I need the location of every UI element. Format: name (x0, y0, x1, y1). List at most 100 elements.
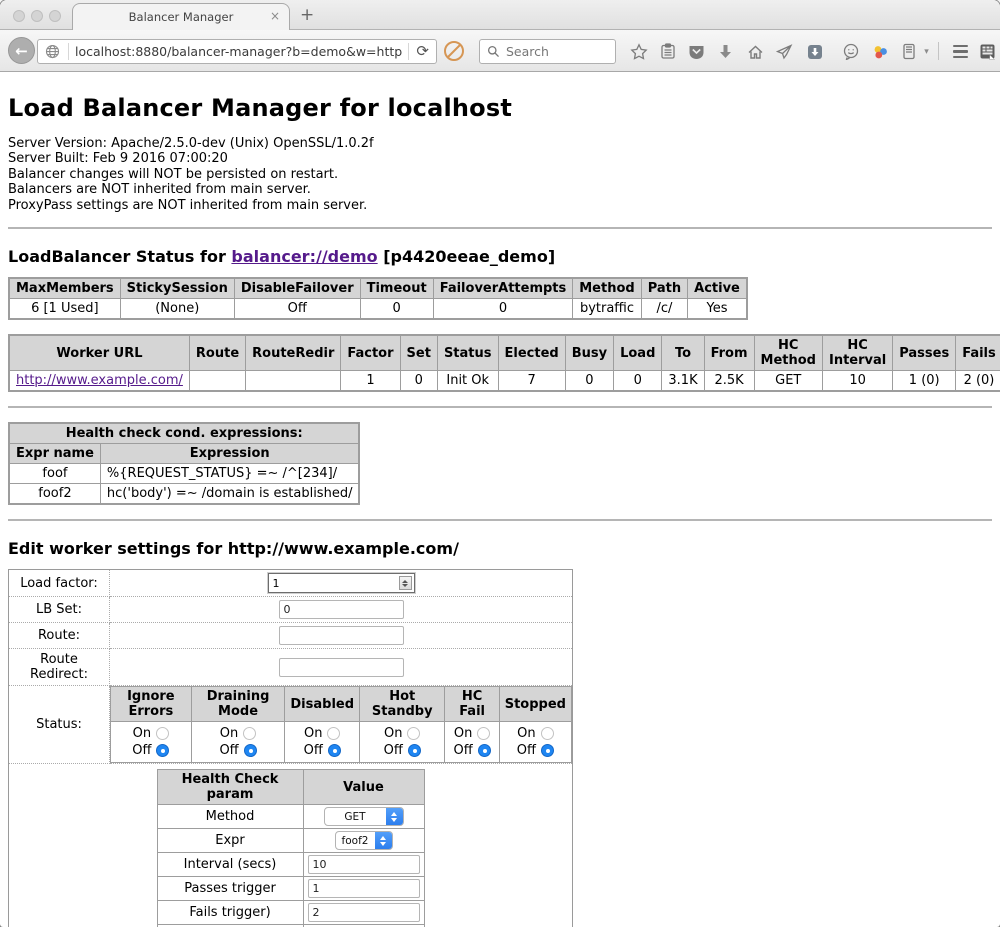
column-header: Health Check param (157, 770, 303, 805)
menu-hamburger-icon[interactable] (949, 40, 972, 63)
bookmark-star-icon[interactable] (627, 40, 650, 63)
passes-cell (303, 877, 424, 901)
bookmarks-list-icon[interactable] (656, 40, 679, 63)
new-tab-button[interactable]: + (300, 5, 314, 25)
disabled-radios: On Off (285, 722, 360, 763)
worker-url-link[interactable]: http://www.example.com/ (16, 373, 183, 388)
disabled-on-radio[interactable] (327, 727, 340, 740)
method-select[interactable]: GET (324, 807, 404, 826)
cell-worker-url: http://www.example.com/ (9, 371, 189, 392)
expr-table-title: Health check cond. expressions: (9, 423, 359, 444)
column-header: Set (400, 335, 437, 371)
fails-input[interactable] (308, 903, 420, 922)
column-header: Load (614, 335, 662, 371)
search-bar[interactable] (479, 39, 616, 64)
expr-select[interactable]: foof2 (335, 831, 393, 850)
form-row-load-factor: Load factor: (9, 570, 573, 597)
route-redirect-cell (110, 649, 573, 686)
expr-row: foof2 hc('body') =~ /domain is establish… (9, 484, 359, 505)
window-zoom-button[interactable] (49, 10, 61, 22)
downloads-icon[interactable] (714, 40, 737, 63)
hot-standby-on-radio[interactable] (407, 727, 420, 740)
on-label: On (304, 725, 322, 742)
column-header: Draining Mode (191, 687, 285, 722)
cell-stickysession: (None) (120, 299, 234, 320)
hot-standby-radios: On Off (360, 722, 445, 763)
server-version-line: Server Version: Apache/2.5.0-dev (Unix) … (8, 136, 992, 151)
hc-fail-off-radio[interactable] (478, 744, 491, 757)
table-header-row: Expr name Expression (9, 444, 359, 464)
interval-label: Interval (secs) (157, 853, 303, 877)
route-label: Route: (9, 623, 110, 649)
lb-set-cell (110, 597, 573, 623)
cell-busy: 0 (565, 371, 613, 392)
browser-tab[interactable]: Balancer Manager × (72, 3, 290, 30)
divider (8, 227, 992, 229)
urlbar-divider (68, 43, 69, 60)
form-row-route-redirect: Route Redirect: (9, 649, 573, 686)
passes-label: Passes trigger (157, 877, 303, 901)
window-minimize-button[interactable] (31, 10, 43, 22)
stopped-on-radio[interactable] (541, 727, 554, 740)
cell-expression: %{REQUEST_STATUS} =~ /^[234]/ (100, 464, 359, 484)
blocked-content-icon[interactable] (444, 41, 464, 61)
hc-row-fails: Fails trigger) (157, 901, 424, 925)
number-stepper-icon[interactable] (399, 576, 412, 590)
expr-label: Expr (157, 829, 303, 853)
ignore-errors-radios: On Off (111, 722, 192, 763)
column-header: Disabled (285, 687, 360, 722)
back-button[interactable]: ← (8, 37, 35, 64)
on-label: On (133, 725, 151, 742)
passes-input[interactable] (308, 879, 420, 898)
route-input[interactable] (279, 626, 404, 645)
stopped-off-radio[interactable] (541, 744, 554, 757)
pocket-icon[interactable] (685, 40, 708, 63)
color-dots-icon[interactable] (869, 40, 892, 63)
ignore-errors-on-radio[interactable] (156, 727, 169, 740)
load-factor-cell (110, 570, 573, 597)
send-tab-icon[interactable] (773, 40, 796, 63)
column-header: Fails (956, 335, 1000, 371)
draining-mode-off-radio[interactable] (244, 744, 257, 757)
stopped-radios: On Off (499, 722, 571, 763)
reload-icon[interactable]: ⟳ (416, 44, 429, 59)
chevron-down-icon[interactable]: ▾ (915, 40, 938, 63)
lb-set-input[interactable] (279, 600, 404, 619)
home-icon[interactable] (744, 40, 767, 63)
server-info: Server Version: Apache/2.5.0-dev (Unix) … (8, 136, 992, 213)
cell-to: 3.1K (662, 371, 704, 392)
disabled-off-radio[interactable] (328, 744, 341, 757)
load-factor-input[interactable] (269, 577, 399, 590)
cell-maxmembers: 6 [1 Used] (9, 299, 120, 320)
cell-expression: hc('body') =~ /domain is established/ (100, 484, 359, 505)
window-close-button[interactable] (13, 10, 25, 22)
save-to-device-icon[interactable] (803, 40, 826, 63)
chat-icon[interactable] (839, 40, 862, 63)
fails-label: Fails trigger) (157, 901, 303, 925)
tab-close-icon[interactable]: × (270, 10, 280, 22)
heading-text: [p4420eeae_demo] (378, 247, 556, 266)
select-stepper-icon (375, 831, 392, 850)
url-bar[interactable]: ⟳ (37, 39, 437, 64)
url-input[interactable] (73, 44, 404, 59)
edit-worker-form: Load factor: LB Set: Route: (8, 569, 573, 927)
apps-grid-icon[interactable] (976, 40, 999, 63)
table-header-row: MaxMembers StickySession DisableFailover… (9, 278, 747, 299)
column-header: Value (303, 770, 424, 805)
balancer-link[interactable]: balancer://demo (231, 247, 377, 266)
expr-row: foof %{REQUEST_STATUS} =~ /^[234]/ (9, 464, 359, 484)
cell-disablefailover: Off (234, 299, 360, 320)
column-header: Method (573, 278, 641, 299)
hc-fail-on-radio[interactable] (477, 727, 490, 740)
browser-window: Balancer Manager × + ← ⟳ (0, 0, 1000, 927)
off-label: Off (132, 742, 151, 759)
ignore-errors-off-radio[interactable] (156, 744, 169, 757)
draining-mode-on-radio[interactable] (243, 727, 256, 740)
hc-row-method: Method GET (157, 805, 424, 829)
route-redirect-input[interactable] (279, 658, 404, 677)
health-check-cell: Health Check param Value Method GET (9, 764, 573, 927)
interval-input[interactable] (308, 855, 420, 874)
hot-standby-off-radio[interactable] (408, 744, 421, 757)
expr-cell: foof2 (303, 829, 424, 853)
status-cell: Ignore Errors Draining Mode Disabled Hot… (110, 686, 573, 764)
